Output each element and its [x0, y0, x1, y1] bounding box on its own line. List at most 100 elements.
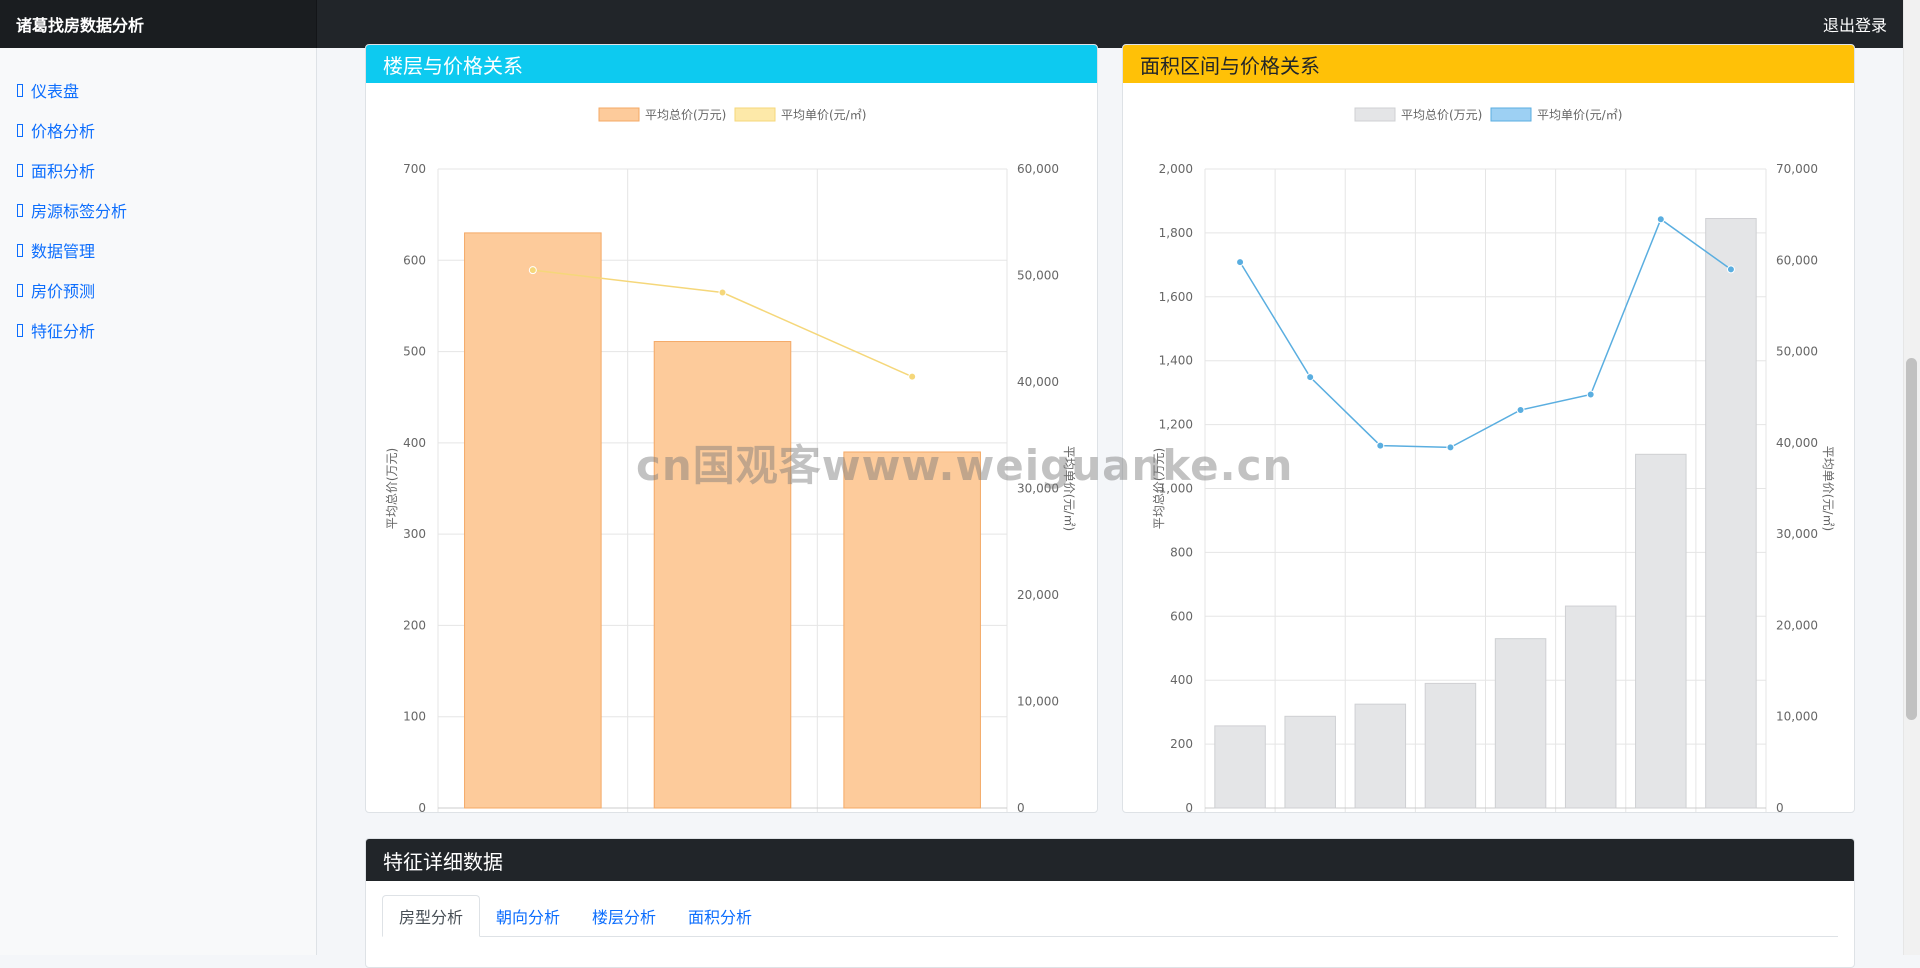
bar — [1284, 715, 1336, 809]
tab-room-type[interactable]: 房型分析 — [382, 895, 481, 937]
y-tick-label: 1,200 — [1159, 418, 1193, 432]
sidebar-item-feature-analysis[interactable]: 特征分析 — [0, 310, 316, 350]
bar — [843, 451, 981, 809]
sidebar-item-label: 房源标签分析 — [31, 202, 128, 221]
y-tick-label: 400 — [1170, 673, 1193, 687]
floor-price-chart: 0 100 200 300 400 500 600 700 0 10,000 20,000 30,00… — [385, 107, 1076, 813]
page-scrollbar[interactable] — [1903, 0, 1920, 955]
y-tick-label: 600 — [403, 253, 426, 267]
tab-orientation[interactable]: 朝向分析 — [480, 895, 576, 937]
sidebar-item-label: 仪表盘 — [31, 82, 80, 101]
bar — [1214, 725, 1266, 809]
y-tick-label: 100 — [403, 710, 426, 724]
y2-axis-title: 平均单价(元/㎡) — [1821, 446, 1835, 531]
sidebar: 仪表盘 价格分析 面积分析 房源标签分析 数据管理 房价预测 特征分析 — [0, 48, 317, 955]
bar — [653, 341, 792, 809]
y-tick-label: 700 — [403, 162, 426, 176]
line-point — [1516, 405, 1525, 414]
y2-tick-label: 60,000 — [1017, 162, 1059, 176]
y2-tick-label: 50,000 — [1017, 269, 1059, 283]
scrollbar-thumb[interactable] — [1906, 358, 1917, 720]
area-price-card-title: 面积区间与价格关系 — [1123, 45, 1854, 83]
logout-link[interactable]: 退出登录 — [1823, 12, 1903, 36]
y2-tick-label: 50,000 — [1776, 345, 1818, 359]
line-point — [908, 372, 917, 381]
area-price-card: 面积区间与价格关系 0 200 400 600 800 1,000 1,200 1,400 1,… — [1122, 44, 1855, 813]
line-point — [1236, 258, 1245, 267]
feature-detail-title: 特征详细数据 — [366, 839, 1854, 881]
bar — [1635, 453, 1687, 809]
sidebar-item-label: 数据管理 — [31, 242, 96, 261]
missing-glyph-icon — [17, 203, 23, 217]
y-tick-label: 200 — [403, 618, 426, 632]
floor-price-card: 楼层与价格关系 0 100 200 300 400 500 600 700 0 10,000 20,… — [365, 44, 1098, 813]
sidebar-item-dashboard[interactable]: 仪表盘 — [0, 70, 316, 110]
y-tick-label: 1,600 — [1159, 290, 1193, 304]
y-axis-title: 平均总价(万元) — [1152, 448, 1166, 529]
area-price-chart: 02004006008001,0001,2001,4001,6001,8002,… — [1152, 107, 1835, 813]
bar — [1494, 638, 1547, 809]
top-navbar: 诸葛找房数据分析 退出登录 — [0, 0, 1903, 48]
y2-tick-label: 40,000 — [1017, 375, 1059, 389]
sidebar-item-area-analysis[interactable]: 面积分析 — [0, 150, 316, 190]
y-tick-label: 1,800 — [1159, 226, 1193, 240]
app-title[interactable]: 诸葛找房数据分析 — [0, 0, 317, 48]
y-tick-label: 300 — [403, 527, 426, 541]
legend-label: 平均单价(元/㎡) — [781, 108, 866, 122]
legend-swatch — [598, 107, 640, 122]
y-tick-label: 0 — [418, 801, 426, 813]
bar — [464, 232, 602, 809]
sidebar-item-label: 特征分析 — [31, 322, 96, 341]
missing-glyph-icon — [17, 83, 23, 97]
y-axis-title: 平均总价(万元) — [385, 448, 399, 529]
y-tick-label: 500 — [403, 345, 426, 359]
bar — [1424, 682, 1477, 809]
tab-area[interactable]: 面积分析 — [672, 895, 768, 937]
line-point — [1726, 265, 1735, 274]
y2-tick-label: 20,000 — [1776, 618, 1818, 632]
y-tick-label: 400 — [403, 436, 426, 450]
legend-swatch — [1490, 107, 1532, 122]
sidebar-item-price-prediction[interactable]: 房价预测 — [0, 270, 316, 310]
y2-tick-label: 10,000 — [1017, 695, 1059, 709]
missing-glyph-icon — [17, 283, 23, 297]
missing-glyph-icon — [17, 323, 23, 337]
line-point — [1446, 443, 1455, 452]
feature-tabs: 房型分析 朝向分析 楼层分析 面积分析 — [382, 895, 1838, 937]
sidebar-item-label: 房价预测 — [31, 282, 96, 301]
y-tick-label: 600 — [1170, 609, 1193, 623]
bar — [1564, 605, 1617, 809]
sidebar-item-label: 价格分析 — [31, 122, 96, 141]
y-tick-label: 800 — [1170, 545, 1193, 559]
line-point — [1586, 390, 1595, 399]
y-tick-label: 2,000 — [1159, 162, 1193, 176]
y2-tick-label: 0 — [1017, 801, 1025, 813]
missing-glyph-icon — [17, 123, 23, 137]
missing-glyph-icon — [17, 243, 23, 257]
y2-tick-label: 70,000 — [1776, 162, 1818, 176]
sidebar-item-price-analysis[interactable]: 价格分析 — [0, 110, 316, 150]
bar — [1354, 703, 1407, 809]
y-tick-label: 200 — [1170, 737, 1193, 751]
legend-label: 平均总价(万元) — [645, 108, 726, 122]
legend-label: 平均总价(万元) — [1401, 108, 1482, 122]
missing-glyph-icon — [17, 163, 23, 177]
y2-tick-label: 0 — [1776, 801, 1784, 813]
sidebar-item-tag-analysis[interactable]: 房源标签分析 — [0, 190, 316, 230]
y-tick-label: 1,400 — [1159, 354, 1193, 368]
y2-tick-label: 40,000 — [1776, 436, 1818, 450]
sidebar-item-label: 面积分析 — [31, 162, 96, 181]
line-point — [1306, 373, 1315, 382]
tab-floor[interactable]: 楼层分析 — [576, 895, 672, 937]
sidebar-item-data-management[interactable]: 数据管理 — [0, 230, 316, 270]
legend-swatch — [734, 107, 776, 122]
floor-price-card-title: 楼层与价格关系 — [366, 45, 1097, 83]
y2-tick-label: 20,000 — [1017, 588, 1059, 602]
sidebar-nav: 仪表盘 价格分析 面积分析 房源标签分析 数据管理 房价预测 特征分析 — [0, 48, 316, 350]
line-point — [718, 288, 727, 297]
line-point — [1376, 441, 1385, 450]
line-point — [1656, 215, 1665, 224]
y2-tick-label: 60,000 — [1776, 253, 1818, 267]
y2-axis-title: 平均单价(元/㎡) — [1062, 446, 1076, 531]
y2-tick-label: 10,000 — [1776, 710, 1818, 724]
